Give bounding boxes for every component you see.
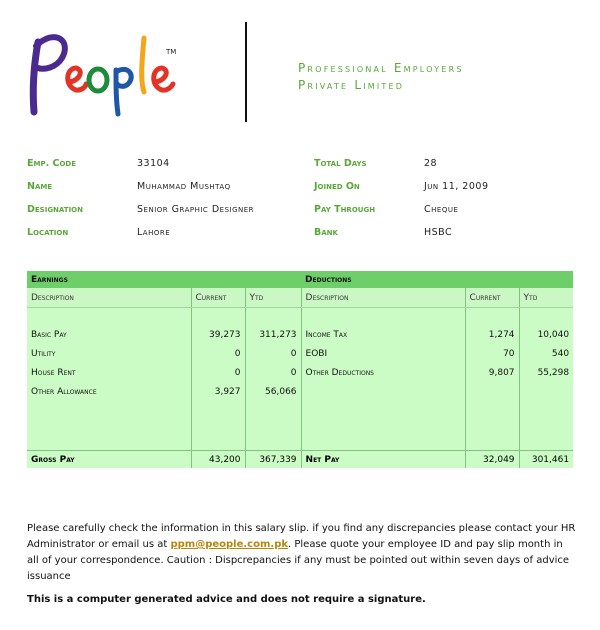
joined-on-value: Jun 11, 2009 (424, 181, 489, 192)
earning-ytd: 311,273 (259, 330, 297, 340)
net-pay-ytd: 301,461 (518, 450, 574, 468)
deduction-desc: EOBI (305, 349, 328, 359)
earning-desc: Basic Pay (31, 330, 67, 340)
deduction-ytd: 55,298 (537, 368, 570, 378)
net-pay-current: 32,049 (464, 450, 520, 468)
salary-header-row: Earnings Deductions (27, 271, 574, 288)
earnings-title: Earnings (27, 271, 302, 288)
deductions-col-ytd: Ytd (518, 288, 574, 308)
earning-desc: Other Allowance (31, 387, 97, 397)
header-divider (245, 22, 247, 122)
earning-current: 0 (234, 349, 241, 359)
net-pay-label: Net Pay (300, 450, 466, 468)
people-logo: TM (29, 34, 176, 117)
designation-value: Senior Graphic Designer (137, 204, 255, 215)
total-days-value: 28 (424, 158, 438, 169)
designation-label: Designation (27, 204, 83, 215)
name-value: Muhammad Mushtaq (137, 181, 231, 192)
earning-ytd: 0 (290, 349, 297, 359)
company-name: Professional Employers Private Limited (298, 60, 464, 94)
joined-on-label: Joined On (314, 181, 360, 192)
total-days-label: Total Days (314, 158, 367, 169)
notice-paragraph: Please carefully check the information i… (27, 521, 577, 585)
gross-pay-current: 43,200 (190, 450, 245, 468)
gross-pay-ytd: 367,339 (244, 450, 302, 468)
deduction-current: 1,274 (488, 330, 515, 340)
location-label: Location (27, 227, 69, 238)
location-value: Lahore (137, 227, 171, 238)
emp-code-value: 33104 (137, 158, 170, 169)
pay-through-label: Pay Through (314, 204, 376, 215)
earning-desc: House Rent (31, 368, 76, 378)
earnings-col-description: Description (27, 288, 191, 308)
earning-current: 0 (234, 368, 241, 378)
pay-through-value: Cheque (424, 204, 459, 215)
earning-ytd: 0 (290, 368, 297, 378)
salary-table: Earnings Deductions Description Current … (27, 271, 574, 468)
deduction-ytd: 540 (551, 349, 570, 359)
emp-code-label: Emp. Code (27, 158, 77, 169)
deduction-desc: Income Tax (305, 330, 348, 340)
bank-label: Bank (314, 227, 338, 238)
deductions-title: Deductions (301, 271, 574, 288)
earning-current: 39,273 (209, 330, 241, 340)
company-line-1: Professional Employers (298, 61, 464, 75)
deduction-desc: Other Deductions (305, 368, 374, 378)
earning-current: 3,927 (214, 387, 241, 397)
earning-desc: Utility (31, 349, 56, 359)
earning-ytd: 56,066 (265, 387, 297, 397)
deductions-col-description: Description (300, 288, 466, 308)
disclaimer-text: This is a computer generated advice and … (27, 594, 426, 605)
earnings-col-ytd: Ytd (244, 288, 302, 308)
svg-text:TM: TM (165, 48, 176, 56)
hr-email-link[interactable]: ppm@people.com.pk (170, 539, 288, 550)
name-label: Name (27, 181, 53, 192)
bank-value: HSBC (424, 227, 453, 238)
deduction-current: 70 (503, 349, 515, 359)
salary-body: Basic Pay Utility House Rent Other Allow… (27, 307, 574, 451)
company-line-2: Private Limited (298, 78, 405, 92)
totals-row: Gross Pay 43,200 367,339 Net Pay 32,049 … (27, 450, 574, 468)
column-header-row: Description Current Ytd Description Curr… (27, 288, 574, 308)
deduction-ytd: 10,040 (537, 330, 570, 340)
earnings-col-current: Current (190, 288, 245, 308)
deductions-col-current: Current (464, 288, 520, 308)
deduction-current: 9,807 (488, 368, 515, 378)
gross-pay-label: Gross Pay (27, 450, 191, 468)
